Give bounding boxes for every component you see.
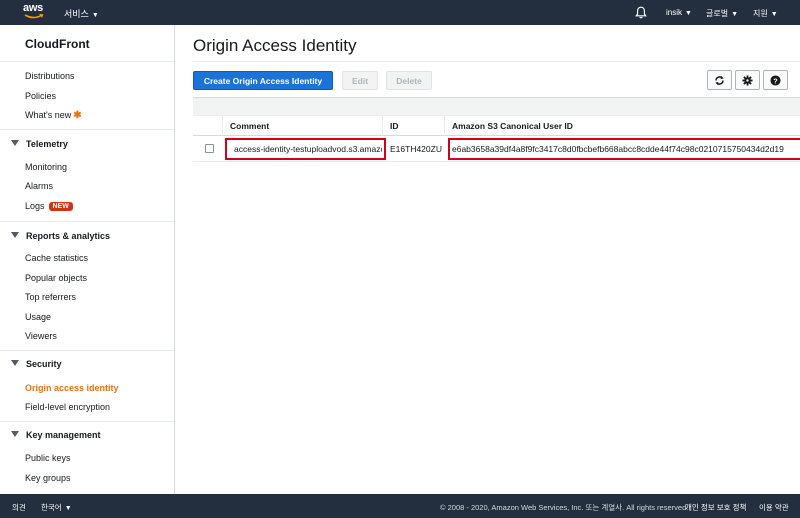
sidebar-item-alarms[interactable]: Alarms bbox=[25, 181, 53, 191]
top-nav: aws 서비스 ▼ insik ▼ 글로벌 ▼ 지원 ▼ bbox=[0, 0, 800, 25]
asterisk-icon: ✱ bbox=[73, 110, 82, 121]
copyright-text: © 2008 - 2020, Amazon Web Services, Inc.… bbox=[440, 503, 689, 512]
settings-icon bbox=[742, 74, 753, 86]
section-title: Reports & analytics bbox=[26, 231, 111, 241]
bell-icon[interactable] bbox=[635, 6, 647, 19]
divider bbox=[0, 221, 174, 222]
create-oai-button[interactable]: Create Origin Access Identity bbox=[193, 71, 333, 90]
sidebar-item-field-level-encryption[interactable]: Field-level encryption bbox=[25, 402, 110, 412]
sidebar-item-popular-objects[interactable]: Popular objects bbox=[25, 273, 87, 283]
section-title: Telemetry bbox=[26, 139, 68, 149]
refresh-button[interactable] bbox=[707, 70, 732, 90]
sidebar-item-cache-statistics[interactable]: Cache statistics bbox=[25, 253, 88, 263]
sidebar-item-label: What's new bbox=[25, 110, 72, 120]
region-menu[interactable]: 글로벌 ▼ bbox=[706, 8, 738, 19]
table-header: Comment ID Amazon S3 Canonical User ID bbox=[193, 116, 800, 136]
refresh-icon bbox=[715, 75, 724, 85]
privacy-policy-link[interactable]: 개인 정보 보호 정책 bbox=[685, 502, 746, 513]
column-header-id[interactable]: ID bbox=[382, 116, 442, 136]
sidebar-item-distributions[interactable]: Distributions bbox=[25, 71, 75, 81]
divider bbox=[0, 61, 174, 62]
feedback-link[interactable]: 의견 bbox=[12, 502, 26, 513]
divider bbox=[0, 129, 174, 130]
language-selector[interactable]: 한국어 ▼ bbox=[41, 502, 72, 513]
chevron-down-icon: ▼ bbox=[64, 505, 72, 512]
aws-logo-text: aws bbox=[23, 2, 43, 14]
caret-down-icon bbox=[11, 232, 19, 238]
divider bbox=[0, 421, 174, 422]
sidebar-item-public-keys[interactable]: Public keys bbox=[25, 453, 71, 463]
support-menu[interactable]: 지원 ▼ bbox=[753, 8, 778, 19]
section-title: Security bbox=[26, 359, 62, 369]
sidebar-item-key-groups[interactable]: Key groups bbox=[25, 473, 71, 483]
sidebar-item-top-referrers[interactable]: Top referrers bbox=[25, 292, 76, 302]
highlight-box-comment bbox=[225, 138, 386, 160]
caret-down-icon bbox=[11, 140, 19, 146]
row-checkbox[interactable] bbox=[205, 144, 214, 153]
svg-text:?: ? bbox=[773, 76, 778, 85]
sidebar-item-usage[interactable]: Usage bbox=[25, 312, 51, 322]
new-badge: NEW bbox=[48, 202, 73, 211]
footer: 의견 한국어 ▼ © 2008 - 2020, Amazon Web Servic… bbox=[0, 494, 800, 518]
help-button[interactable]: ? bbox=[763, 70, 788, 90]
region-label: 글로벌 bbox=[706, 9, 729, 18]
terms-of-use-link[interactable]: 이용 약관 bbox=[759, 502, 789, 513]
sidebar-item-policies[interactable]: Policies bbox=[25, 91, 56, 101]
help-icon: ? bbox=[770, 74, 781, 86]
id-cell: E16TH420ZU bbox=[390, 144, 442, 154]
divider bbox=[193, 61, 800, 62]
section-toggle-security[interactable]: Security bbox=[11, 359, 62, 369]
account-label: insik bbox=[666, 8, 683, 17]
caret-down-icon bbox=[11, 360, 19, 366]
section-title: Key management bbox=[26, 430, 101, 440]
aws-logo[interactable]: aws bbox=[23, 3, 45, 21]
sidebar-item-whats-new[interactable]: What's new ✱ bbox=[25, 110, 82, 121]
chevron-down-icon: ▼ bbox=[731, 11, 739, 18]
chevron-down-icon: ▼ bbox=[91, 12, 99, 19]
page-title: Origin Access Identity bbox=[193, 36, 357, 55]
highlight-box-canonical-user-id bbox=[448, 138, 800, 160]
chevron-down-icon: ▼ bbox=[770, 11, 778, 18]
sidebar-item-origin-access-identity[interactable]: Origin access identity bbox=[25, 383, 119, 393]
caret-down-icon bbox=[11, 431, 19, 437]
sidebar-item-monitoring[interactable]: Monitoring bbox=[25, 162, 67, 172]
column-header-canonical-user-id[interactable]: Amazon S3 Canonical User ID bbox=[444, 116, 800, 136]
service-brand[interactable]: CloudFront bbox=[25, 37, 90, 51]
section-toggle-reports[interactable]: Reports & analytics bbox=[11, 231, 110, 241]
support-label: 지원 bbox=[753, 9, 768, 18]
account-menu[interactable]: insik ▼ bbox=[666, 8, 692, 17]
table-toolbar bbox=[193, 97, 800, 116]
services-label: 서비스 bbox=[64, 9, 89, 19]
divider bbox=[0, 350, 174, 351]
section-toggle-telemetry[interactable]: Telemetry bbox=[11, 139, 68, 149]
edit-button[interactable]: Edit bbox=[342, 71, 378, 90]
services-menu[interactable]: 서비스 ▼ bbox=[64, 7, 99, 20]
language-label: 한국어 bbox=[41, 503, 62, 512]
preferences-button[interactable] bbox=[735, 70, 760, 90]
delete-button[interactable]: Delete bbox=[386, 71, 432, 90]
chevron-down-icon: ▼ bbox=[685, 10, 692, 17]
sidebar-item-viewers[interactable]: Viewers bbox=[25, 331, 57, 341]
column-header-comment[interactable]: Comment bbox=[222, 116, 382, 136]
section-toggle-key-management[interactable]: Key management bbox=[11, 430, 101, 440]
aws-smile-icon bbox=[24, 14, 44, 19]
sidebar: CloudFront Distributions Policies What's… bbox=[0, 25, 175, 494]
sidebar-item-label: Logs bbox=[25, 201, 45, 211]
sidebar-item-logs[interactable]: Logs NEW bbox=[25, 201, 73, 211]
